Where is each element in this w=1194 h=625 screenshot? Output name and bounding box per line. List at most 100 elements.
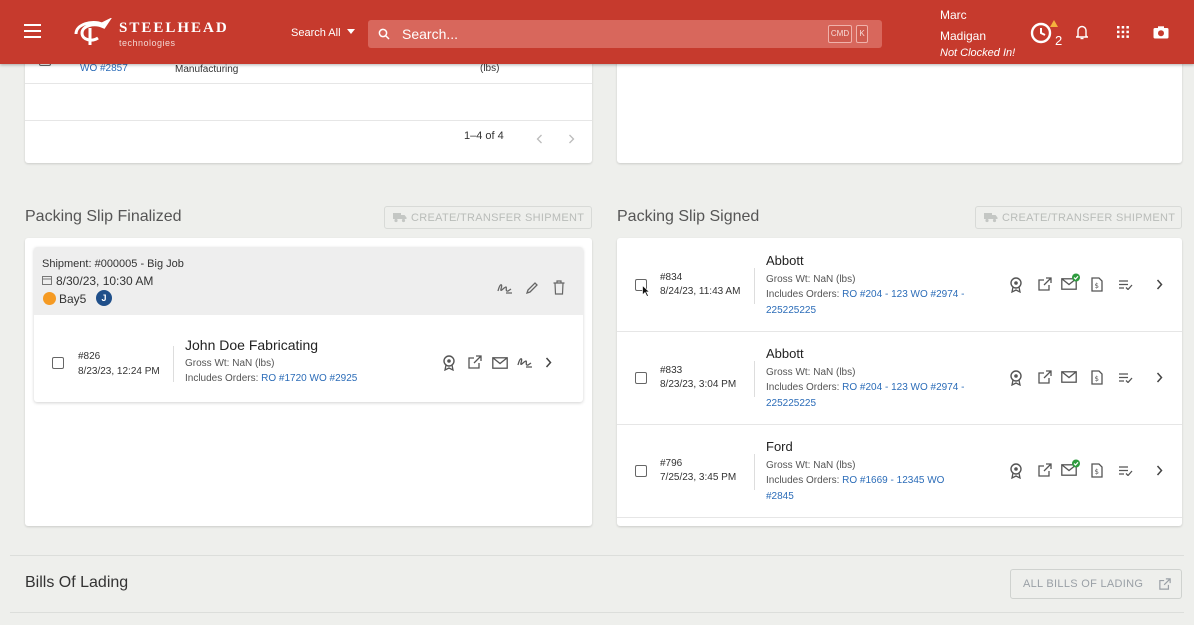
search-icon	[378, 28, 390, 40]
section-title-signed: Packing Slip Signed	[617, 208, 760, 225]
packing-slip-row[interactable]: #833 8/23/23, 3:04 PM Abbott Gross Wt: N…	[617, 332, 1182, 424]
wo-link[interactable]: WO #2857	[80, 63, 128, 74]
slip-date: 7/25/23, 3:45 PM	[660, 472, 737, 483]
checklist-icon[interactable]	[1119, 373, 1133, 383]
create-transfer-shipment-label: CREATE/TRANSFER SHIPMENT	[1002, 212, 1176, 224]
search-scope-dropdown[interactable]: Search All	[291, 27, 355, 39]
table-footer-divider	[25, 120, 592, 121]
user-first-name[interactable]: Marc	[940, 8, 967, 22]
slip-number: #834	[660, 272, 683, 283]
slip-number: #833	[660, 365, 683, 376]
packing-slip-row[interactable]: #826 8/23/23, 12:24 PM John Doe Fabricat…	[34, 315, 583, 402]
chevron-right-icon[interactable]	[1156, 279, 1163, 290]
packing-slip-row[interactable]: #796 7/25/23, 3:45 PM Ford Gross Wt: NaN…	[617, 425, 1182, 517]
shipment-header[interactable]: Shipment: #000005 - Big Job 8/30/23, 10:…	[34, 247, 583, 315]
create-transfer-shipment-button[interactable]: CREATE/TRANSFER SHIPMENT	[975, 206, 1182, 229]
svg-text:$: $	[1095, 282, 1099, 290]
search-input[interactable]: Search... CMD K	[368, 20, 882, 48]
section-title-bills: Bills Of Lading	[25, 574, 129, 591]
order-links[interactable]: RO #204 - 123 WO #2974 -	[842, 382, 964, 393]
clock-status: Not Clocked In!	[940, 47, 1016, 59]
weight-unit: (lbs)	[480, 63, 500, 74]
order-links[interactable]: RO #1720 WO #2925	[261, 373, 357, 384]
signature-icon[interactable]	[497, 281, 513, 295]
edit-pencil-icon[interactable]	[525, 281, 539, 295]
email-sent-icon[interactable]	[1061, 459, 1081, 477]
all-bills-of-lading-label: ALL BILLS OF LADING	[1023, 578, 1144, 590]
open-external-icon[interactable]	[468, 355, 482, 369]
all-bills-of-lading-button[interactable]: ALL BILLS OF LADING	[1010, 569, 1182, 599]
slip-checkbox[interactable]	[635, 372, 647, 384]
svg-text:$: $	[1095, 468, 1099, 476]
caret-down-icon	[346, 29, 355, 34]
email-sent-icon[interactable]	[1061, 273, 1081, 291]
open-external-icon[interactable]	[1038, 463, 1052, 477]
create-transfer-shipment-label: CREATE/TRANSFER SHIPMENT	[411, 212, 585, 224]
prev-page-icon[interactable]	[536, 134, 543, 144]
included-orders-label: Includes Orders:	[766, 289, 840, 300]
apps-grid-icon[interactable]	[1117, 26, 1129, 38]
slip-date: 8/23/23, 12:24 PM	[78, 366, 160, 377]
next-page-icon[interactable]	[568, 134, 575, 144]
truck-icon	[984, 212, 998, 223]
notifications-bell-icon[interactable]	[1076, 25, 1088, 40]
checklist-icon[interactable]	[1119, 280, 1133, 290]
invoice-icon[interactable]: $	[1091, 370, 1103, 385]
order-links-cont[interactable]: 225225225	[766, 305, 816, 316]
order-links[interactable]: RO #204 - 123 WO #2974 -	[842, 289, 964, 300]
row-divider	[617, 517, 1182, 518]
brand-name: STEELHEAD	[119, 20, 229, 36]
column-divider	[754, 268, 755, 304]
gross-weight: Gross Wt: NaN (lbs)	[185, 358, 275, 369]
user-last-name[interactable]: Madigan	[940, 29, 986, 43]
certificate-icon[interactable]	[442, 355, 456, 371]
open-external-icon	[1159, 578, 1171, 590]
menu-icon[interactable]	[24, 24, 41, 42]
invoice-icon[interactable]: $	[1091, 277, 1103, 292]
checklist-icon[interactable]	[1119, 466, 1133, 476]
pagination-range: 1–4 of 4	[464, 130, 504, 142]
column-divider	[173, 346, 174, 382]
certificate-icon[interactable]	[1009, 463, 1023, 479]
delete-trash-icon[interactable]	[553, 280, 565, 295]
search-scope-label: Search All	[291, 27, 341, 39]
gross-weight: Gross Wt: NaN (lbs)	[766, 274, 856, 285]
column-divider	[754, 361, 755, 397]
order-links[interactable]: RO #1669 - 12345 WO	[842, 475, 944, 486]
open-external-icon[interactable]	[1038, 370, 1052, 384]
steelhead-logo-icon[interactable]	[72, 18, 112, 48]
open-external-icon[interactable]	[1038, 277, 1052, 291]
slip-checkbox[interactable]	[52, 357, 64, 369]
included-orders: Includes Orders: RO #204 - 123 WO #2974 …	[766, 380, 996, 412]
gross-weight: Gross Wt: NaN (lbs)	[766, 460, 856, 471]
chevron-right-icon[interactable]	[1156, 372, 1163, 383]
svg-text:$: $	[1095, 375, 1099, 383]
assignee-avatar[interactable]: J	[96, 290, 112, 306]
slip-number: #796	[660, 458, 683, 469]
shipment-date: 8/30/23, 10:30 AM	[56, 274, 154, 288]
column-divider	[754, 454, 755, 490]
chevron-right-icon[interactable]	[1156, 465, 1163, 476]
process-name: Manufacturing	[175, 64, 239, 75]
camera-icon[interactable]	[1153, 26, 1169, 39]
certificate-icon[interactable]	[1009, 370, 1023, 386]
order-links-cont[interactable]: 225225225	[766, 398, 816, 409]
finalized-card: Shipment: #000005 - Big Job 8/30/23, 10:…	[25, 238, 592, 526]
order-links-cont[interactable]: #2845	[766, 491, 794, 502]
email-icon[interactable]	[1061, 371, 1077, 383]
row-divider	[25, 83, 592, 84]
packing-slip-row[interactable]: #834 8/24/23, 11:43 AM Abbott Gross Wt: …	[617, 238, 1182, 331]
create-transfer-shipment-button[interactable]: CREATE/TRANSFER SHIPMENT	[384, 206, 592, 229]
email-icon[interactable]	[492, 357, 508, 369]
mouse-cursor-icon	[642, 285, 650, 297]
slip-checkbox[interactable]	[635, 465, 647, 477]
chevron-right-icon[interactable]	[545, 357, 552, 368]
included-orders: Includes Orders: RO #1669 - 12345 WO #284…	[766, 473, 996, 505]
timer-count: 2	[1055, 33, 1063, 48]
section-title-finalized: Packing Slip Finalized	[25, 208, 182, 225]
certificate-icon[interactable]	[1009, 277, 1023, 293]
invoice-icon[interactable]: $	[1091, 463, 1103, 478]
customer-name: John Doe Fabricating	[185, 337, 319, 353]
slip-number: #826	[78, 351, 101, 362]
signature-icon[interactable]	[517, 355, 533, 369]
